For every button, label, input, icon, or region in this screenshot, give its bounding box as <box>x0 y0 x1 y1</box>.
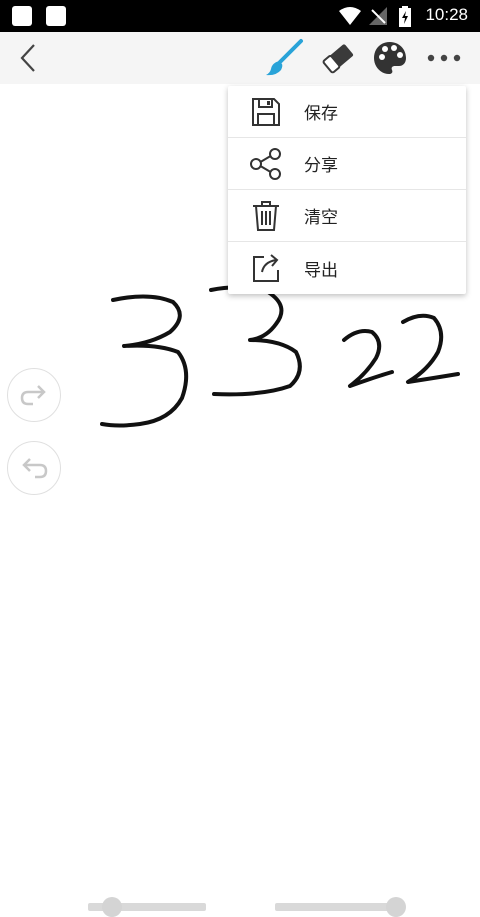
export-icon <box>253 254 279 282</box>
opacity-slider[interactable] <box>275 897 406 917</box>
menu-item-export[interactable]: 导出 <box>228 242 466 294</box>
menu-item-save[interactable]: 保存 <box>228 86 466 138</box>
menu-item-share[interactable]: 分享 <box>228 138 466 190</box>
more-icon <box>427 54 461 62</box>
share-icon <box>250 147 281 180</box>
undo-button[interactable] <box>7 441 61 495</box>
wifi-icon <box>339 7 361 25</box>
toolbar <box>0 32 480 84</box>
signal-icon <box>369 7 387 25</box>
brush-icon <box>266 39 303 76</box>
slider-thumb[interactable] <box>385 897 406 917</box>
redo-button[interactable] <box>7 368 61 422</box>
menu-item-label: 保存 <box>304 104 338 124</box>
battery-charging-icon <box>399 6 411 27</box>
overflow-menu: 保存 分享 清空 导出 <box>228 86 466 294</box>
palette-button[interactable] <box>368 32 412 84</box>
clock: 10:28 <box>425 5 468 24</box>
palette-icon <box>374 42 406 74</box>
save-icon <box>252 97 280 126</box>
undo-icon <box>22 458 48 479</box>
trash-icon <box>253 200 279 231</box>
slider-track <box>275 903 402 911</box>
menu-item-label: 导出 <box>304 260 338 281</box>
stroke-width-slider[interactable] <box>88 897 206 917</box>
menu-item-clear[interactable]: 清空 <box>228 190 466 242</box>
eraser-button[interactable] <box>316 32 360 84</box>
back-button[interactable] <box>8 32 48 84</box>
back-arrow-icon <box>20 44 35 72</box>
eraser-icon <box>322 44 354 74</box>
notification-icon <box>12 6 32 26</box>
status-bar: 10:28 <box>0 0 480 32</box>
redo-icon <box>20 385 46 406</box>
menu-item-label: 清空 <box>304 208 338 228</box>
more-button[interactable] <box>422 32 466 84</box>
menu-item-label: 分享 <box>304 156 338 176</box>
brush-button[interactable] <box>262 32 306 84</box>
notification-icon <box>46 6 66 26</box>
slider-thumb[interactable] <box>101 897 122 917</box>
